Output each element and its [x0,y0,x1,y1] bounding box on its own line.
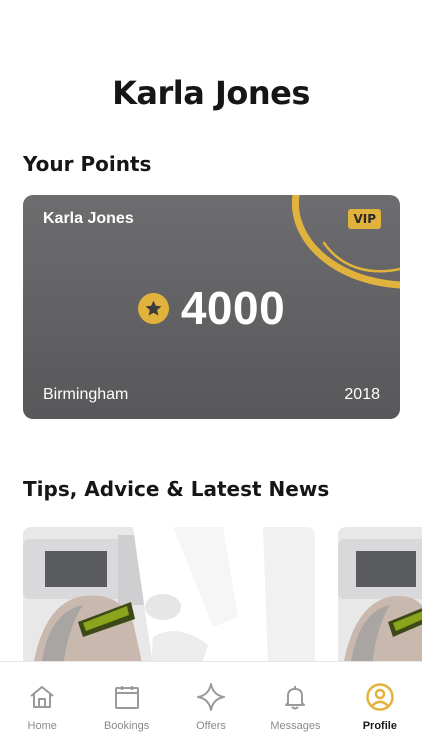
points-display: 4000 [23,281,400,335]
bell-icon [280,682,310,712]
news-card[interactable] [23,527,315,667]
news-card-image [23,527,315,667]
calendar-icon [112,682,142,712]
loyalty-card[interactable]: Karla Jones VIP 4000 Birmingham 2018 [23,195,400,419]
points-section-title: Your Points [23,152,152,176]
news-card[interactable] [338,527,422,667]
sparkle-icon [196,682,226,712]
card-arc-decoration [291,195,400,289]
page-title: Karla Jones [112,74,310,112]
star-icon [137,292,169,324]
bottom-tab-bar: Home Bookings Offers Messages Profile [0,661,422,750]
tab-profile[interactable]: Profile [338,662,422,750]
tab-bookings[interactable]: Bookings [84,662,168,750]
tab-offers[interactable]: Offers [169,662,253,750]
card-city: Birmingham [43,386,129,403]
news-card-image [338,527,422,667]
news-section-title: Tips, Advice & Latest News [23,477,330,501]
profile-icon [365,682,395,712]
tab-label: Home [27,720,57,732]
tab-home[interactable]: Home [0,662,84,750]
tab-label: Profile [362,720,397,732]
card-holder-name: Karla Jones [43,210,134,227]
tab-messages[interactable]: Messages [253,662,337,750]
points-value: 4000 [180,282,286,334]
tab-label: Messages [270,720,321,732]
home-icon [27,682,57,712]
vip-badge: VIP [348,209,381,229]
tab-label: Bookings [103,720,150,732]
card-year: 2018 [344,386,380,403]
tab-label: Offers [196,720,226,732]
